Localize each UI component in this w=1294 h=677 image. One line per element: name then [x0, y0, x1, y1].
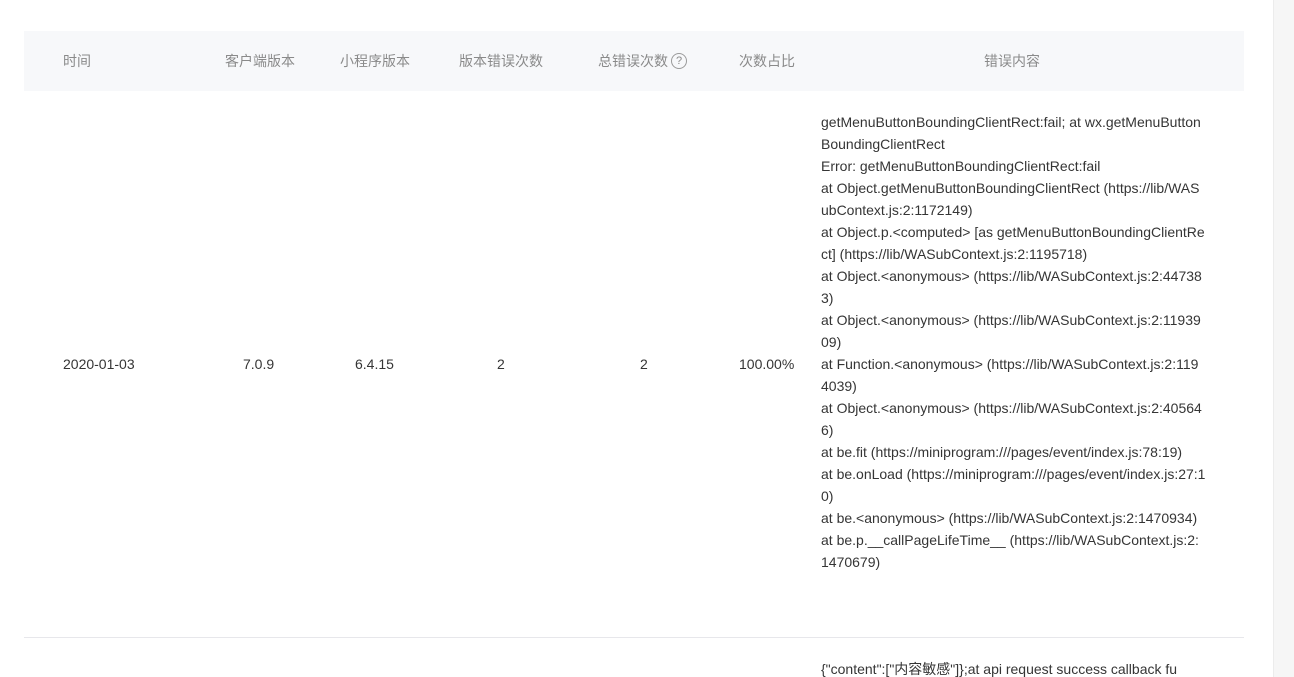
cell-ratio: 100.00% [739, 356, 795, 372]
header-ratio: 次数占比 [739, 53, 795, 69]
header-error-content: 错误内容 [984, 53, 1040, 69]
cell-client-version: 7.0.9 [243, 356, 275, 372]
error-line: getMenuButtonBoundingClientRect:fail; at… [821, 114, 1201, 152]
error-line: at be.<anonymous> (https://lib/WASubCont… [821, 510, 1198, 526]
error-table: 时间 客户端版本 小程序版本 版本错误次数 总错误次数? 次数占比 错误内容 2… [24, 31, 1244, 677]
error-line: at be.p.__callPageLifeTime__ (https://li… [821, 532, 1199, 570]
header-total-error-count: 总错误次数 [598, 53, 668, 69]
cell-time: 2020-01-03 [63, 356, 135, 372]
error-line: at Object.<anonymous> (https://lib/WASub… [821, 268, 1202, 306]
scrollbar[interactable] [1273, 0, 1294, 677]
header-time: 时间 [63, 53, 91, 69]
error-line: at Object.<anonymous> (https://lib/WASub… [821, 400, 1202, 438]
cell-miniprogram-version: 6.4.15 [355, 356, 394, 372]
error-line: at Object.getMenuButtonBoundingClientRec… [821, 180, 1200, 218]
cell-version-error-count: 2 [497, 356, 505, 372]
help-icon[interactable]: ? [671, 53, 687, 70]
cell-error-content: {"content":["内容敏感"]};at api request succ… [821, 658, 1206, 677]
error-line: at Object.p.<computed> [as getMenuButton… [821, 224, 1205, 262]
table-header: 时间 客户端版本 小程序版本 版本错误次数 总错误次数? 次数占比 错误内容 [24, 31, 1244, 91]
error-line: {"content":["内容敏感"]};at api request succ… [821, 661, 1178, 677]
table-row: 2020-01-03 7.0.9 6.4.15 2 2 100.00% getM… [24, 91, 1244, 638]
error-line: at Object.<anonymous> (https://lib/WASub… [821, 312, 1201, 350]
error-line: at be.onLoad (https://miniprogram:///pag… [821, 466, 1206, 504]
header-miniprogram-version: 小程序版本 [340, 53, 410, 69]
error-report-page: 时间 客户端版本 小程序版本 版本错误次数 总错误次数? 次数占比 错误内容 2… [0, 0, 1294, 677]
cell-error-content: getMenuButtonBoundingClientRect:fail; at… [821, 111, 1206, 573]
header-version-error-count: 版本错误次数 [459, 53, 543, 69]
error-line: at Function.<anonymous> (https://lib/WAS… [821, 356, 1199, 394]
header-client-version: 客户端版本 [225, 53, 295, 69]
cell-total-error-count: 2 [640, 356, 648, 372]
error-line: at be.fit (https://miniprogram:///pages/… [821, 444, 1183, 460]
error-line: Error: getMenuButtonBoundingClientRect:f… [821, 158, 1101, 174]
header-total-error-count-cell: 总错误次数? [598, 31, 687, 91]
table-row: {"content":["内容敏感"]};at api request succ… [24, 638, 1244, 677]
